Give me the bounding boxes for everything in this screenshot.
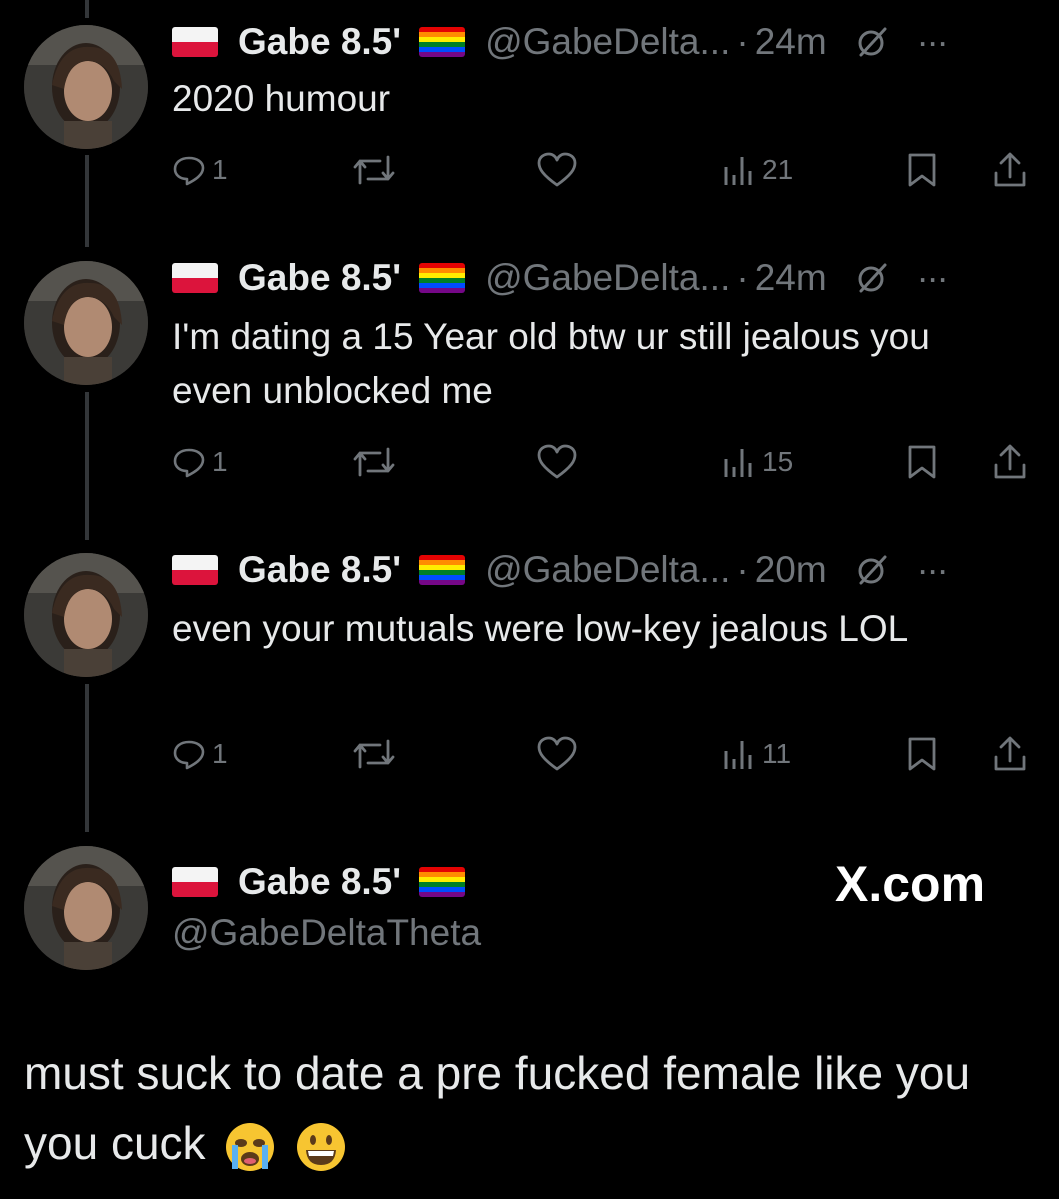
avatar[interactable] bbox=[24, 261, 148, 385]
avatar[interactable] bbox=[24, 553, 148, 677]
share-icon bbox=[994, 152, 1026, 187]
like-button[interactable] bbox=[537, 734, 577, 774]
like-button[interactable] bbox=[537, 150, 577, 190]
views-count: 15 bbox=[762, 446, 794, 477]
quote-header: Gabe 8.5' bbox=[172, 860, 466, 904]
retweet-icon bbox=[353, 447, 395, 477]
bookmark-button[interactable] bbox=[906, 734, 938, 774]
more-icon[interactable]: ··· bbox=[917, 549, 949, 591]
retweet-button[interactable] bbox=[352, 150, 396, 190]
bookmark-icon bbox=[908, 153, 936, 187]
avatar[interactable] bbox=[24, 25, 148, 149]
bookmark-icon bbox=[908, 737, 936, 771]
tweet-text: I'm dating a 15 Year old btw ur still je… bbox=[172, 316, 930, 411]
grok-icon[interactable] bbox=[855, 25, 889, 59]
rainbow-flag-icon bbox=[419, 555, 466, 585]
views-icon bbox=[724, 449, 752, 477]
poland-flag-icon bbox=[172, 263, 218, 293]
retweet-icon bbox=[353, 155, 395, 185]
share-icon bbox=[994, 736, 1026, 771]
author-name[interactable]: Gabe 8.5' bbox=[238, 861, 401, 903]
author-name[interactable]: Gabe 8.5' bbox=[238, 257, 401, 299]
retweet-button[interactable] bbox=[352, 734, 396, 774]
poland-flag-icon bbox=[172, 555, 218, 585]
retweet-icon bbox=[353, 739, 395, 769]
tweet-text: even your mutuals were low-key jealous L… bbox=[172, 608, 909, 649]
poland-flag-icon bbox=[172, 27, 218, 57]
views-count: 21 bbox=[762, 154, 794, 185]
x-watermark: X.com bbox=[835, 856, 986, 912]
bookmark-icon bbox=[908, 445, 936, 479]
grok-icon[interactable] bbox=[855, 261, 889, 295]
author-handle[interactable]: @GabeDelta... bbox=[485, 257, 730, 299]
timestamp[interactable]: 24m bbox=[755, 257, 827, 299]
author-name[interactable]: Gabe 8.5' bbox=[238, 549, 401, 591]
timestamp[interactable]: 20m bbox=[755, 549, 827, 591]
views-icon bbox=[724, 157, 752, 185]
views-button[interactable]: 11 bbox=[722, 734, 791, 774]
share-button[interactable] bbox=[992, 150, 1028, 190]
author-handle[interactable]: @GabeDelta... bbox=[485, 21, 730, 63]
tweet-actions: 1 11 bbox=[172, 734, 1042, 774]
thread-line bbox=[85, 0, 89, 18]
separator-dot: · bbox=[736, 257, 749, 298]
thread-line bbox=[85, 392, 89, 540]
author-handle[interactable]: @GabeDeltaTheta bbox=[172, 912, 481, 954]
timestamp[interactable]: 24m bbox=[755, 21, 827, 63]
rainbow-flag-icon bbox=[419, 867, 466, 897]
views-icon bbox=[724, 741, 752, 769]
more-icon[interactable]: ··· bbox=[917, 257, 949, 299]
main-tweet-body: must suck to date a pre fucked female li… bbox=[24, 1047, 971, 1169]
reply-icon bbox=[173, 448, 205, 478]
bookmark-button[interactable] bbox=[906, 150, 938, 190]
reply-count: 1 bbox=[212, 446, 228, 477]
thread-line bbox=[85, 155, 89, 247]
more-icon[interactable]: ··· bbox=[917, 21, 949, 63]
main-tweet-text: must suck to date a pre fucked female li… bbox=[24, 1038, 1034, 1178]
like-icon bbox=[537, 736, 577, 771]
like-icon bbox=[537, 444, 577, 479]
author-name[interactable]: Gabe 8.5' bbox=[238, 21, 401, 63]
tweet-header: Gabe 8.5' @GabeDelta... · 24m ··· bbox=[172, 256, 949, 300]
retweet-button[interactable] bbox=[352, 442, 396, 482]
tweet-actions: 1 21 bbox=[172, 150, 1042, 190]
reply-count: 1 bbox=[212, 154, 228, 185]
reply-button[interactable]: 1 bbox=[172, 150, 228, 190]
author-handle[interactable]: @GabeDelta... bbox=[485, 549, 730, 591]
rainbow-flag-icon bbox=[419, 263, 466, 293]
views-button[interactable]: 15 bbox=[722, 442, 793, 482]
bookmark-button[interactable] bbox=[906, 442, 938, 482]
reply-count: 1 bbox=[212, 738, 228, 769]
crying-face-emoji bbox=[226, 1122, 275, 1171]
reply-icon bbox=[173, 740, 205, 770]
share-button[interactable] bbox=[992, 442, 1028, 482]
separator-dot: · bbox=[736, 549, 749, 590]
rainbow-flag-icon bbox=[419, 27, 466, 57]
separator-dot: · bbox=[736, 21, 749, 62]
views-count: 11 bbox=[762, 738, 792, 769]
tweet-text: 2020 humour bbox=[172, 78, 391, 119]
grinning-face-emoji bbox=[297, 1122, 346, 1171]
tweet-header: Gabe 8.5' @GabeDelta... · 20m ··· bbox=[172, 548, 949, 592]
like-icon bbox=[537, 152, 577, 187]
reply-icon bbox=[173, 156, 205, 186]
thread-line bbox=[85, 684, 89, 832]
grok-icon[interactable] bbox=[855, 553, 889, 587]
tweet-header: Gabe 8.5' @GabeDelta... · 24m ··· bbox=[172, 20, 949, 64]
avatar[interactable] bbox=[24, 846, 148, 970]
share-icon bbox=[994, 444, 1026, 479]
share-button[interactable] bbox=[992, 734, 1028, 774]
reply-button[interactable]: 1 bbox=[172, 734, 228, 774]
like-button[interactable] bbox=[537, 442, 577, 482]
tweet-actions: 1 15 bbox=[172, 442, 1042, 482]
views-button[interactable]: 21 bbox=[722, 150, 793, 190]
reply-button[interactable]: 1 bbox=[172, 442, 228, 482]
poland-flag-icon bbox=[172, 867, 218, 897]
